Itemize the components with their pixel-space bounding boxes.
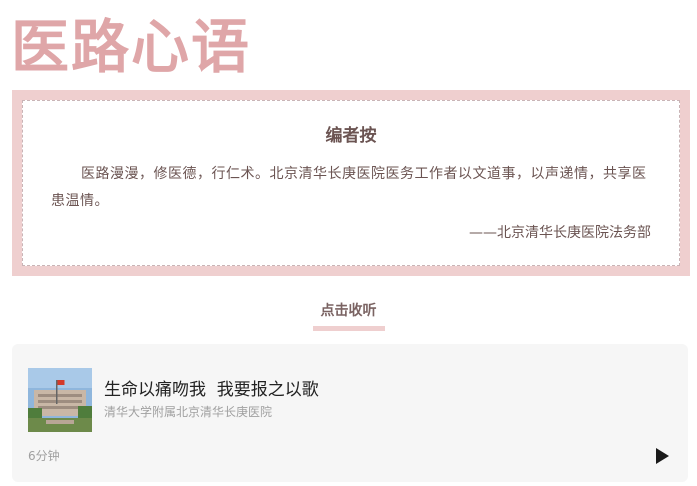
play-button[interactable] <box>652 446 672 466</box>
audio-duration: 6分钟 <box>28 449 60 463</box>
audio-source: 清华大学附属北京清华长庚医院 <box>104 405 273 419</box>
editor-note-box: 编者按 医路漫漫，修医德，行仁术。北京清华长庚医院医务工作者以文道事，以声递情，… <box>22 100 680 266</box>
listen-underline <box>313 326 385 331</box>
editor-note-body: 医路漫漫，修医德，行仁术。北京清华长庚医院医务工作者以文道事，以声递情，共享医患… <box>51 166 647 209</box>
audio-card[interactable]: 生命以痛吻我 我要报之以歌 清华大学附属北京清华长庚医院 6分钟 <box>12 344 688 482</box>
editor-note-signature: ——北京清华长庚医院法务部 <box>469 225 651 241</box>
listen-label: 点击收听 <box>320 303 377 319</box>
editor-note-frame: 编者按 医路漫漫，修医德，行仁术。北京清华长庚医院医务工作者以文道事，以声递情，… <box>12 90 690 276</box>
audio-title[interactable]: 生命以痛吻我 我要报之以歌 <box>104 379 319 401</box>
play-icon <box>656 448 669 464</box>
page-title: 医路心语 <box>11 13 252 81</box>
hospital-building-photo-icon <box>28 368 92 432</box>
editor-note-heading: 编者按 <box>325 126 377 146</box>
audio-thumbnail <box>28 368 92 432</box>
